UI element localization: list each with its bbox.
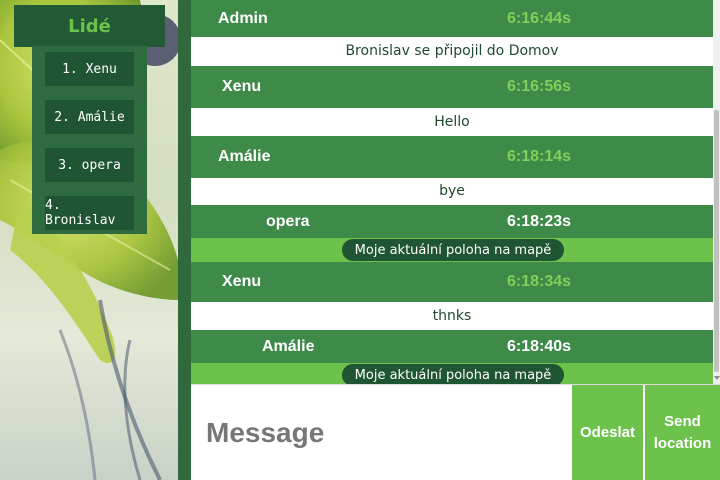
- message-composer: Odeslat Send location: [191, 384, 720, 480]
- scroll-down-arrow-icon[interactable]: [714, 376, 720, 380]
- message-time: 6:16:44s: [507, 9, 572, 27]
- message-author: Amálie: [218, 148, 271, 165]
- location-link[interactable]: Moje aktuální poloha na mapě: [342, 239, 564, 261]
- message-header: Xenu 6:16:56s: [191, 66, 713, 108]
- person-item[interactable]: 4. Bronislav: [45, 196, 134, 230]
- message-text: bye: [191, 178, 713, 205]
- message-header: Amálie 6:18:40s: [191, 330, 713, 363]
- person-item[interactable]: 1. Xenu: [45, 52, 134, 86]
- message-header: Amálie 6:18:14s: [191, 136, 713, 178]
- chat-scrollbar[interactable]: [713, 0, 720, 384]
- message-time: 6:18:14s: [507, 148, 572, 165]
- person-item[interactable]: 3. opera: [45, 148, 134, 182]
- scrollbar-thumb[interactable]: [714, 110, 719, 372]
- message-input[interactable]: [191, 385, 571, 480]
- message-header: Xenu 6:18:34s: [191, 262, 713, 302]
- message-time: 6:16:56s: [507, 78, 572, 95]
- message-author: opera: [266, 212, 310, 230]
- message-text: thnks: [191, 302, 713, 330]
- message-author: Xenu: [222, 78, 262, 95]
- person-item[interactable]: 2. Amálie: [45, 100, 134, 134]
- message-time: 6:18:34s: [507, 273, 572, 290]
- send-location-button[interactable]: Send location: [645, 385, 720, 480]
- send-button[interactable]: Odeslat: [572, 385, 643, 480]
- people-panel-title: Lidé: [14, 5, 165, 47]
- panel-divider: [178, 0, 191, 480]
- message-time: 6:18:40s: [507, 337, 572, 355]
- message-header: Admin 6:16:44s: [191, 0, 713, 37]
- message-author: Admin: [218, 9, 268, 27]
- message-header: opera 6:18:23s: [191, 205, 713, 238]
- message-author: Xenu: [222, 273, 262, 290]
- location-message-row: Moje aktuální poloha na mapě: [191, 238, 713, 262]
- location-message-row: Moje aktuální poloha na mapě: [191, 363, 713, 384]
- message-time: 6:18:23s: [507, 212, 572, 230]
- message-text: Hello: [191, 108, 713, 136]
- people-list: 1. Xenu 2. Amálie 3. opera 4. Bronislav: [32, 46, 147, 234]
- location-link[interactable]: Moje aktuální poloha na mapě: [342, 364, 564, 384]
- message-text: Bronislav se připojil do Domov: [191, 37, 713, 66]
- chat-messages[interactable]: Admin 6:16:44s Bronislav se připojil do …: [191, 0, 713, 384]
- message-author: Amálie: [262, 337, 315, 355]
